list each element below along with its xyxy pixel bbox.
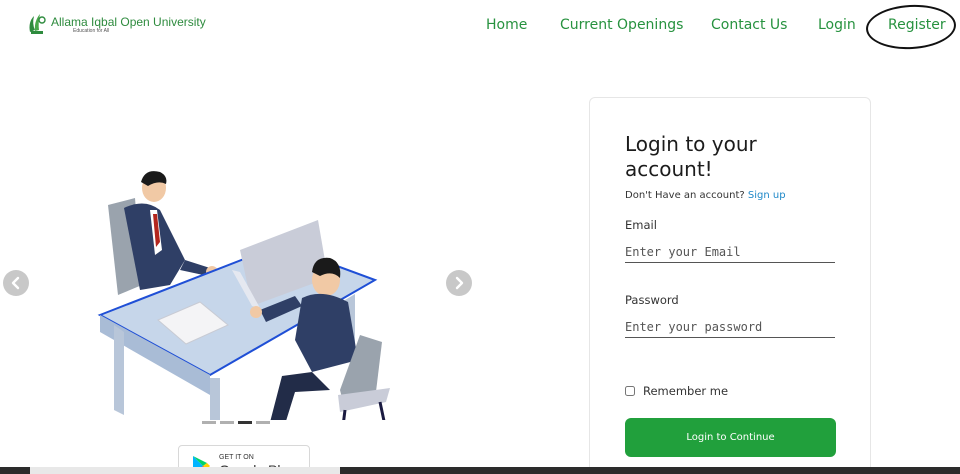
- login-button[interactable]: Login to Continue: [625, 418, 836, 457]
- site-header: Allama Iqbal Open University Education f…: [0, 0, 960, 54]
- signup-link[interactable]: Sign up: [748, 190, 786, 201]
- carousel-prev-button[interactable]: [3, 270, 29, 296]
- hero-carousel: GET IT ON Google Pl: [0, 60, 480, 474]
- carousel-dot[interactable]: [202, 421, 216, 424]
- nav-login-link[interactable]: Login: [818, 17, 856, 33]
- signup-prompt-line: Don't Have an account? Sign up: [625, 190, 786, 201]
- nav-home-link[interactable]: Home: [486, 17, 527, 33]
- interview-illustration: [97, 171, 390, 420]
- remember-me-row: Remember me: [625, 384, 728, 398]
- carousel-dot-active[interactable]: [238, 421, 252, 424]
- main-nav: Home Current Openings Contact Us Login R…: [0, 17, 960, 37]
- chevron-left-icon: [11, 276, 20, 290]
- carousel-dot[interactable]: [220, 421, 234, 424]
- nav-contact-us-link[interactable]: Contact Us: [711, 17, 787, 33]
- remember-me-checkbox[interactable]: [625, 386, 635, 396]
- email-label: Email: [625, 218, 657, 232]
- carousel-next-button[interactable]: [446, 270, 472, 296]
- carousel-indicators: [202, 421, 270, 424]
- remember-me-label: Remember me: [643, 384, 729, 398]
- login-card: Login to your account! Don't Have an acc…: [589, 97, 871, 474]
- store-badge-small-text: GET IT ON: [219, 454, 254, 461]
- password-field[interactable]: [625, 316, 835, 338]
- password-label: Password: [625, 293, 679, 307]
- nav-current-openings-link[interactable]: Current Openings: [560, 17, 683, 33]
- email-field[interactable]: [625, 241, 835, 263]
- carousel-dot[interactable]: [256, 421, 270, 424]
- bottom-strip-segment: [30, 467, 340, 474]
- login-title: Login to your account!: [625, 132, 757, 181]
- chevron-right-icon: [455, 276, 464, 290]
- register-highlight-circle: [864, 2, 958, 52]
- signup-prompt: Don't Have an account?: [625, 190, 745, 201]
